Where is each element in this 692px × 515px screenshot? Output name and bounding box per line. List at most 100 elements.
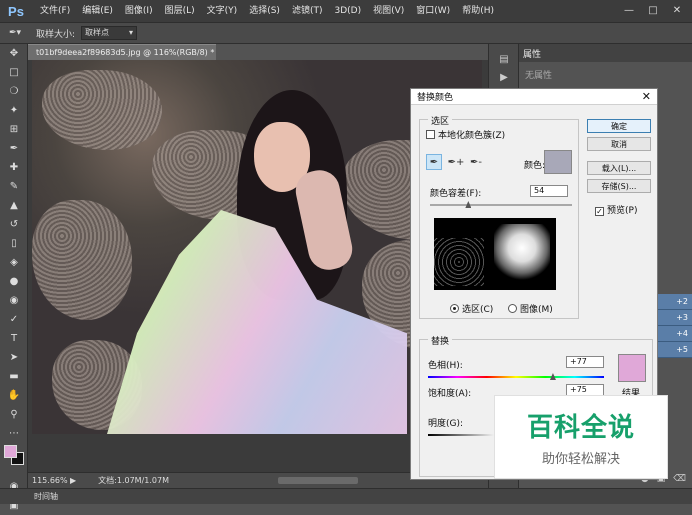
more-tools-icon[interactable]: ⋯	[0, 424, 28, 443]
radio-image[interactable]: 图像(M)	[508, 302, 553, 315]
load-button[interactable]: 载入(L)...	[587, 161, 651, 175]
properties-panel-tabs: 属性	[519, 44, 692, 62]
replace-group-title: 替换	[428, 334, 453, 347]
eyedropper-minus-icon[interactable]: ✒-	[468, 154, 484, 170]
eyedropper-plus-icon[interactable]: ✒+	[448, 154, 465, 170]
document-tab[interactable]: t01bf9deea2f89683d5.jpg @ 116%(RGB/8) *	[28, 44, 216, 60]
menu-layer[interactable]: 图层(L)	[159, 0, 201, 22]
preview-checkbox[interactable]: ✓ 预览(P)	[595, 203, 637, 216]
hand-tool-icon[interactable]: ✋	[0, 386, 28, 405]
layer-row[interactable]: +3	[654, 310, 692, 326]
fuzziness-input[interactable]: 54	[530, 185, 568, 197]
zoom-tool-icon[interactable]: ⚲	[0, 405, 28, 424]
type-tool-icon[interactable]: T	[0, 329, 28, 348]
brush-tool-icon[interactable]: ✎	[0, 177, 28, 196]
eraser-tool-icon[interactable]: ▯	[0, 234, 28, 253]
move-tool-icon[interactable]: ✥	[0, 44, 28, 63]
lasso-tool-icon[interactable]: ❍	[0, 82, 28, 101]
close-icon[interactable]: ✕	[666, 2, 688, 18]
actions-panel-icon[interactable]: ▶	[489, 68, 519, 86]
stamp-tool-icon[interactable]: ▲	[0, 196, 28, 215]
saturation-label: 饱和度(A):	[428, 389, 472, 399]
history-panel-icon[interactable]: ▤	[489, 50, 519, 68]
zoom-level[interactable]: 115.66%	[28, 476, 68, 485]
menu-select[interactable]: 选择(S)	[243, 0, 286, 22]
ok-button[interactable]: 确定	[587, 119, 651, 133]
menu-view[interactable]: 视图(V)	[367, 0, 410, 22]
color-swatches[interactable]	[0, 443, 27, 477]
menu-image[interactable]: 图像(I)	[119, 0, 159, 22]
layer-row[interactable]: +2	[654, 294, 692, 310]
fuzziness-slider-track[interactable]	[430, 201, 572, 208]
history-brush-icon[interactable]: ↺	[0, 215, 28, 234]
radio-selection-label: 选区(C)	[462, 305, 494, 315]
rock-shape	[32, 200, 132, 320]
status-menu-icon[interactable]: ▶	[70, 476, 76, 485]
watermark-subtitle: 助你轻松解决	[541, 452, 620, 467]
eyedropper-tool-icon[interactable]: ✒▾	[0, 24, 30, 42]
foreground-color-swatch[interactable]	[4, 445, 17, 458]
layer-row[interactable]: +5	[654, 342, 692, 358]
pen-tool-icon[interactable]: ✓	[0, 310, 28, 329]
menu-bar: Ps 文件(F) 编辑(E) 图像(I) 图层(L) 文字(Y) 选择(S) 滤…	[0, 0, 692, 22]
main-menu: 文件(F) 编辑(E) 图像(I) 图层(L) 文字(Y) 选择(S) 滤镜(T…	[34, 0, 500, 22]
radio-selection-button[interactable]	[450, 304, 459, 313]
horizontal-scrollbar[interactable]	[278, 477, 358, 484]
dialog-close-icon[interactable]: ✕	[642, 90, 651, 103]
layer-row[interactable]: +4	[654, 326, 692, 342]
fuzziness-label: 颜色容差(F):	[430, 189, 482, 199]
localized-color-clusters-checkbox[interactable]: 本地化颜色簇(Z)	[426, 128, 505, 141]
result-color-swatch[interactable]	[618, 354, 646, 382]
checkbox-box[interactable]	[426, 130, 435, 139]
dodge-tool-icon[interactable]: ◉	[0, 291, 28, 310]
menu-help[interactable]: 帮助(H)	[456, 0, 500, 22]
save-button[interactable]: 存储(S)...	[587, 179, 651, 193]
lightness-label: 明度(G):	[428, 419, 464, 429]
menu-filter[interactable]: 滤镜(T)	[286, 0, 329, 22]
dialog-titlebar: 替换颜色 ✕	[411, 89, 657, 105]
menu-3d[interactable]: 3D(D)	[328, 0, 367, 22]
fuzziness-slider-thumb[interactable]	[465, 201, 472, 208]
shape-tool-icon[interactable]: ▬	[0, 367, 28, 386]
window-controls: — □ ✕	[618, 2, 688, 18]
maximize-icon[interactable]: □	[642, 2, 664, 18]
toolbox: ✥ □ ❍ ✦ ⊞ ✒ ✚ ✎ ▲ ↺ ▯ ◈ ● ◉ ✓ T ➤ ▬ ✋ ⚲ …	[0, 44, 28, 511]
bucket-tool-icon[interactable]: ◈	[0, 253, 28, 272]
radio-image-button[interactable]	[508, 304, 517, 313]
no-properties-text: 无属性	[525, 71, 553, 81]
sample-size-select[interactable]: 取样点 ▾	[81, 26, 138, 40]
menu-file[interactable]: 文件(F)	[34, 0, 76, 22]
preview-checkbox-box[interactable]: ✓	[595, 207, 604, 216]
healing-tool-icon[interactable]: ✚	[0, 158, 28, 177]
eyedropper-icon[interactable]: ✒	[0, 139, 28, 158]
lightness-slider-track[interactable]	[428, 434, 498, 436]
hue-slider-thumb[interactable]	[549, 373, 556, 380]
watermark-title: 百科全说	[526, 413, 635, 443]
menu-type[interactable]: 文字(Y)	[201, 0, 244, 22]
dialog-title: 替换颜色	[417, 93, 454, 103]
trash-icon[interactable]: ⌫	[673, 474, 686, 484]
crop-tool-icon[interactable]: ⊞	[0, 120, 28, 139]
selection-color-swatch[interactable]	[544, 150, 572, 174]
blur-tool-icon[interactable]: ●	[0, 272, 28, 291]
magic-wand-tool-icon[interactable]: ✦	[0, 101, 28, 120]
eyedropper-icon[interactable]: ✒	[426, 154, 442, 170]
watermark: 百科全说 助你轻松解决	[494, 395, 668, 479]
marquee-tool-icon[interactable]: □	[0, 63, 28, 82]
cancel-button[interactable]: 取消	[587, 137, 651, 151]
minimize-icon[interactable]: —	[618, 2, 640, 18]
sample-size-label: 取样大小:	[36, 29, 76, 40]
radio-selection[interactable]: 选区(C)	[450, 302, 493, 315]
hue-slider-track[interactable]	[428, 373, 604, 380]
timeline-panel-tab[interactable]: 时间轴	[0, 488, 692, 504]
options-bar: ✒▾ 取样大小: 取样点 ▾	[0, 22, 692, 44]
rock-shape	[42, 70, 162, 150]
localized-label: 本地化颜色簇(Z)	[438, 131, 506, 141]
hue-input[interactable]: +77	[566, 356, 604, 368]
tab-properties[interactable]: 属性	[523, 47, 541, 60]
menu-window[interactable]: 窗口(W)	[410, 0, 456, 22]
menu-edit[interactable]: 编辑(E)	[76, 0, 119, 22]
radio-image-label: 图像(M)	[520, 305, 553, 315]
sample-size-value: 取样点	[85, 28, 110, 37]
path-select-icon[interactable]: ➤	[0, 348, 28, 367]
